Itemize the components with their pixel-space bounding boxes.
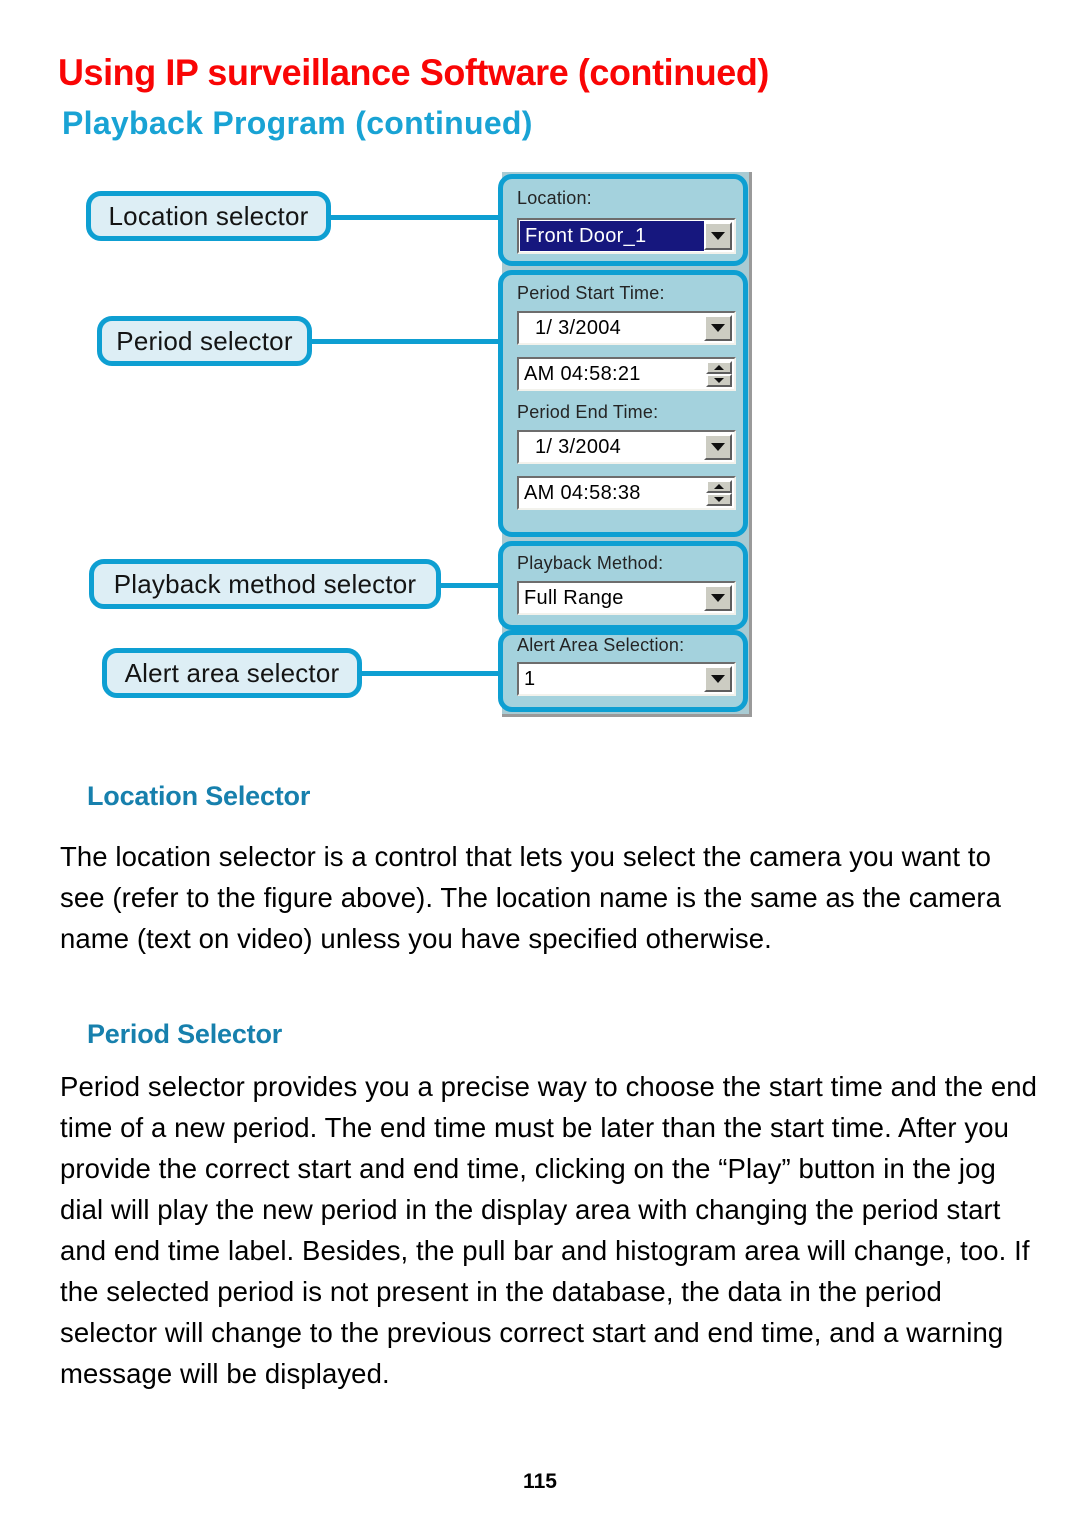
section-body-location-selector: The location selector is a control that … bbox=[60, 841, 1002, 954]
connector-line-alert-area bbox=[353, 671, 514, 676]
period-start-date-dropdown-arrow-button[interactable] bbox=[704, 315, 732, 341]
caret-up-icon bbox=[714, 484, 724, 489]
spinner-down-button[interactable] bbox=[706, 374, 732, 387]
period-end-time-value: AM 04:58:38 bbox=[524, 481, 641, 504]
period-start-date-value: 1/ 3/2004 bbox=[535, 316, 622, 339]
chevron-down-icon bbox=[711, 443, 725, 451]
callout-period-selector-label: Period selector bbox=[116, 325, 293, 356]
period-end-time-spin-buttons[interactable] bbox=[706, 480, 732, 506]
period-end-time-spinner[interactable]: AM 04:58:38 bbox=[517, 476, 736, 510]
period-end-date-value: 1/ 3/2004 bbox=[535, 435, 622, 458]
caret-down-icon bbox=[714, 497, 724, 502]
callout-location-selector-label: Location selector bbox=[108, 200, 309, 231]
alert-area-combobox[interactable]: 1 bbox=[517, 662, 736, 696]
chevron-down-icon bbox=[711, 594, 725, 602]
spinner-down-button[interactable] bbox=[706, 493, 732, 506]
callout-playback-method-selector: Playback method selector bbox=[89, 559, 441, 609]
period-start-time-label: Period Start Time: bbox=[517, 283, 665, 303]
group-alert-area: Alert Area Selection: 1 bbox=[498, 630, 748, 712]
location-dropdown-arrow-button[interactable] bbox=[704, 222, 732, 250]
period-end-date-dropdown-arrow-button[interactable] bbox=[704, 434, 732, 460]
callout-location-selector: Location selector bbox=[86, 191, 331, 241]
spinner-up-button[interactable] bbox=[706, 361, 732, 374]
location-combobox[interactable]: Front Door_1 bbox=[517, 218, 736, 254]
period-start-time-spinner[interactable]: AM 04:58:21 bbox=[517, 357, 736, 391]
chevron-down-icon bbox=[711, 232, 725, 240]
period-start-time-value: AM 04:58:21 bbox=[524, 362, 641, 385]
group-playback-method: Playback Method: Full Range bbox=[498, 541, 748, 630]
alert-area-value: 1 bbox=[524, 667, 536, 690]
callout-alert-area-selector: Alert area selector bbox=[102, 648, 362, 698]
location-combobox-value: Front Door_1 bbox=[520, 221, 704, 251]
alert-area-dropdown-arrow-button[interactable] bbox=[704, 666, 732, 692]
playback-method-value: Full Range bbox=[524, 586, 624, 609]
caret-up-icon bbox=[714, 365, 724, 370]
callout-alert-area-selector-label: Alert area selector bbox=[124, 657, 340, 688]
section-heading-period-selector: Period Selector bbox=[87, 1019, 283, 1049]
callout-period-selector: Period selector bbox=[97, 316, 312, 366]
playback-program-figure: Location: Front Door_1 Period Start Time… bbox=[0, 0, 1080, 760]
spinner-up-button[interactable] bbox=[706, 480, 732, 493]
callout-playback-method-selector-label: Playback method selector bbox=[113, 568, 417, 599]
connector-line-location bbox=[322, 215, 514, 220]
section-heading-location-selector: Location Selector bbox=[87, 781, 311, 811]
period-end-date-combobox[interactable]: 1/ 3/2004 bbox=[517, 430, 736, 464]
connector-line-period bbox=[302, 339, 514, 344]
alert-area-label: Alert Area Selection: bbox=[517, 635, 685, 655]
period-end-time-label: Period End Time: bbox=[517, 402, 659, 422]
playback-method-combobox[interactable]: Full Range bbox=[517, 581, 736, 615]
location-label: Location: bbox=[517, 188, 592, 208]
group-period: Period Start Time: 1/ 3/2004 AM 04:58:21… bbox=[498, 270, 748, 537]
playback-method-label: Playback Method: bbox=[517, 553, 664, 573]
chevron-down-icon bbox=[711, 675, 725, 683]
page-number: 115 bbox=[523, 1470, 557, 1493]
period-start-date-combobox[interactable]: 1/ 3/2004 bbox=[517, 311, 736, 345]
period-start-time-spin-buttons[interactable] bbox=[706, 361, 732, 387]
group-location: Location: Front Door_1 bbox=[498, 174, 748, 266]
caret-down-icon bbox=[714, 378, 724, 383]
playback-method-dropdown-arrow-button[interactable] bbox=[704, 585, 732, 611]
section-body-period-selector: Period selector provides you a precise w… bbox=[60, 1071, 1038, 1389]
chevron-down-icon bbox=[711, 324, 725, 332]
